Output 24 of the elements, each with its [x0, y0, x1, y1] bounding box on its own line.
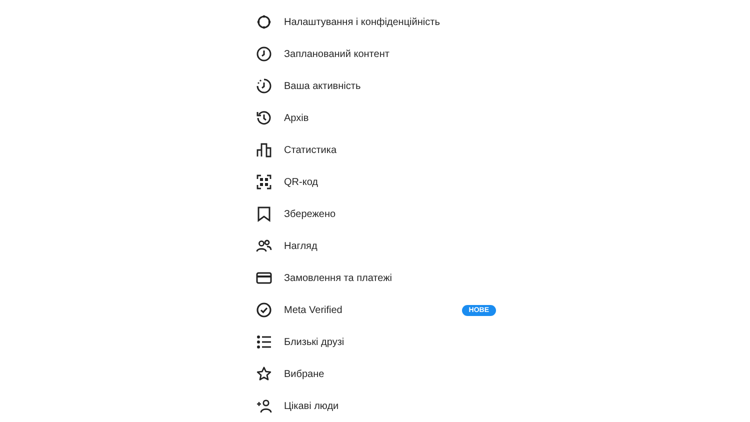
verified-icon	[256, 302, 272, 318]
bar-chart-icon	[256, 142, 272, 158]
clock-icon	[256, 46, 272, 62]
menu-item[interactable]: Нагляд	[256, 230, 496, 262]
menu-item[interactable]: QR-код	[256, 166, 496, 198]
bookmark-icon	[256, 206, 272, 222]
menu-item[interactable]: Ваша активність	[256, 70, 496, 102]
menu-item[interactable]: Близькі друзі	[256, 326, 496, 358]
add-person-icon	[256, 398, 272, 414]
menu-item[interactable]: Збережено	[256, 198, 496, 230]
qr-code-icon	[256, 174, 272, 190]
menu-item[interactable]: Запланований контент	[256, 38, 496, 70]
menu-item[interactable]: Цікаві люди	[256, 390, 496, 422]
list-icon	[256, 334, 272, 350]
star-icon	[256, 366, 272, 382]
card-icon	[256, 270, 272, 286]
history-icon	[256, 110, 272, 126]
menu-item[interactable]: Замовлення та платежі	[256, 262, 496, 294]
menu-item[interactable]: Архів	[256, 102, 496, 134]
activity-clock-icon	[256, 78, 272, 94]
menu-item[interactable]: Налаштування і конфіденційність	[256, 6, 496, 38]
people-icon	[256, 238, 272, 254]
menu-item[interactable]: Статистика	[256, 134, 496, 166]
menu-item[interactable]: Вибране	[256, 358, 496, 390]
